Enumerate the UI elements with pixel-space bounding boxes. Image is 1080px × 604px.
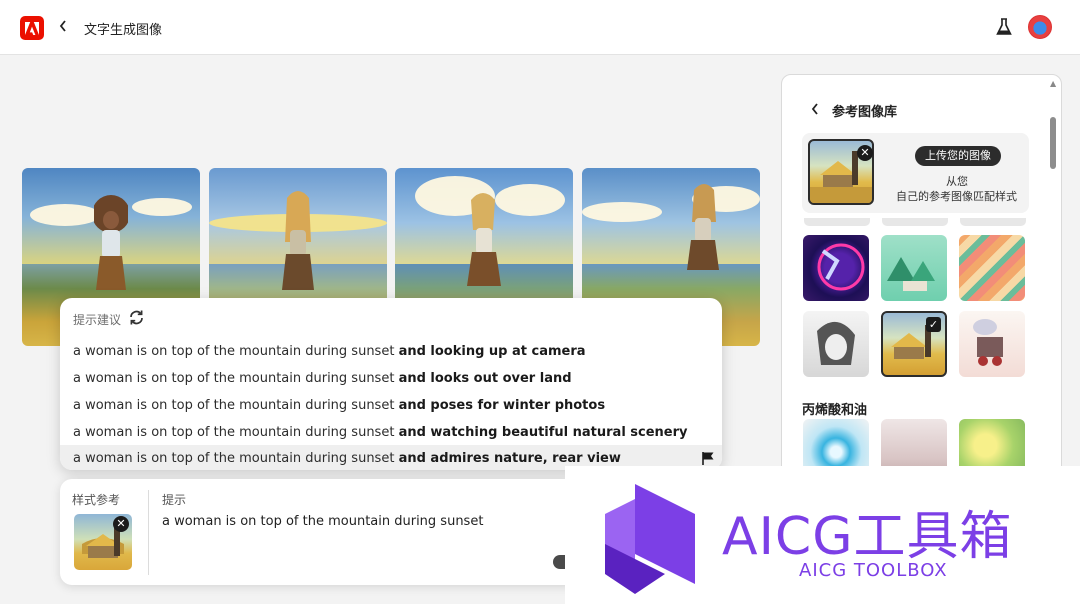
refresh-icon[interactable] [128,309,145,326]
suggestions-heading: 提示建议 [73,313,122,327]
top-bar: 文字生成图像 [0,0,1080,55]
prompt-label: 提示 [162,493,187,507]
watermark-title: AICG工具箱 [722,507,1013,567]
back-icon[interactable] [810,102,820,120]
prompt-panel: 样式参考 ✕ 提示 a woman is on top of the mount… [60,479,580,585]
prompt-suggestions-popup: 提示建议 a woman is on top of the mountain d… [60,298,722,470]
upload-image-card: ✕ 上传您的图像 从您 自己的参考图像匹配样式 [802,133,1029,213]
scrollbar-thumb[interactable] [1050,117,1056,169]
gallery-tile-neon[interactable] [803,235,869,301]
prompt-input[interactable]: a woman is on top of the mountain during… [162,514,483,529]
gallery-tile-waves[interactable] [959,235,1025,301]
woman-figure [687,184,719,270]
watermark: AICG工具箱 AICG TOOLBOX [565,466,1080,604]
gallery-tile-3d-landscape[interactable] [881,235,947,301]
upload-description-1: 从您 [946,175,968,188]
gallery-tile-selected[interactable]: ✓ [881,311,947,377]
suggestion-item[interactable]: a woman is on top of the mountain during… [60,365,722,392]
woman-figure [94,195,128,290]
watermark-subtitle: AICG TOOLBOX [799,560,948,581]
flag-icon[interactable] [701,451,715,465]
reference-image-library-panel: ▲ 参考图像库 ✕ 上传您的图像 从您 自己的参考图像匹配样式 ✓ 丙烯酸和油 [781,74,1062,494]
panel-title: 参考图像库 [832,105,898,120]
gallery-tile-partial[interactable] [882,218,948,226]
scroll-up-icon[interactable]: ▲ [1050,79,1056,88]
remove-image-icon[interactable]: ✕ [857,145,873,161]
gallery-tile-watercolor-train[interactable] [959,311,1025,377]
divider [148,490,149,575]
remove-style-icon[interactable]: ✕ [113,516,129,532]
page-title: 文字生成图像 [84,23,163,38]
woman-figure [282,191,314,290]
adobe-logo-icon[interactable] [20,16,44,40]
suggestion-item[interactable]: a woman is on top of the mountain during… [60,419,722,446]
gallery-tile-partial[interactable] [960,218,1026,226]
upload-image-button[interactable]: 上传您的图像 [915,146,1001,166]
suggestion-item[interactable]: a woman is on top of the mountain during… [60,338,722,365]
section-title: 丙烯酸和油 [802,403,868,418]
user-avatar[interactable] [1028,15,1052,39]
back-icon[interactable] [58,19,72,37]
woman-figure [467,193,501,286]
upload-description-2: 自己的参考图像匹配样式 [896,190,1017,203]
style-reference-label: 样式参考 [72,493,121,507]
suggestion-item[interactable]: a woman is on top of the mountain during… [60,392,722,419]
checkmark-icon: ✓ [926,317,941,332]
gallery-tile-partial[interactable] [804,218,870,226]
gallery-tile-sketch-portrait[interactable] [803,311,869,377]
aicg-logo-icon [605,484,695,594]
flask-icon[interactable] [996,18,1014,38]
